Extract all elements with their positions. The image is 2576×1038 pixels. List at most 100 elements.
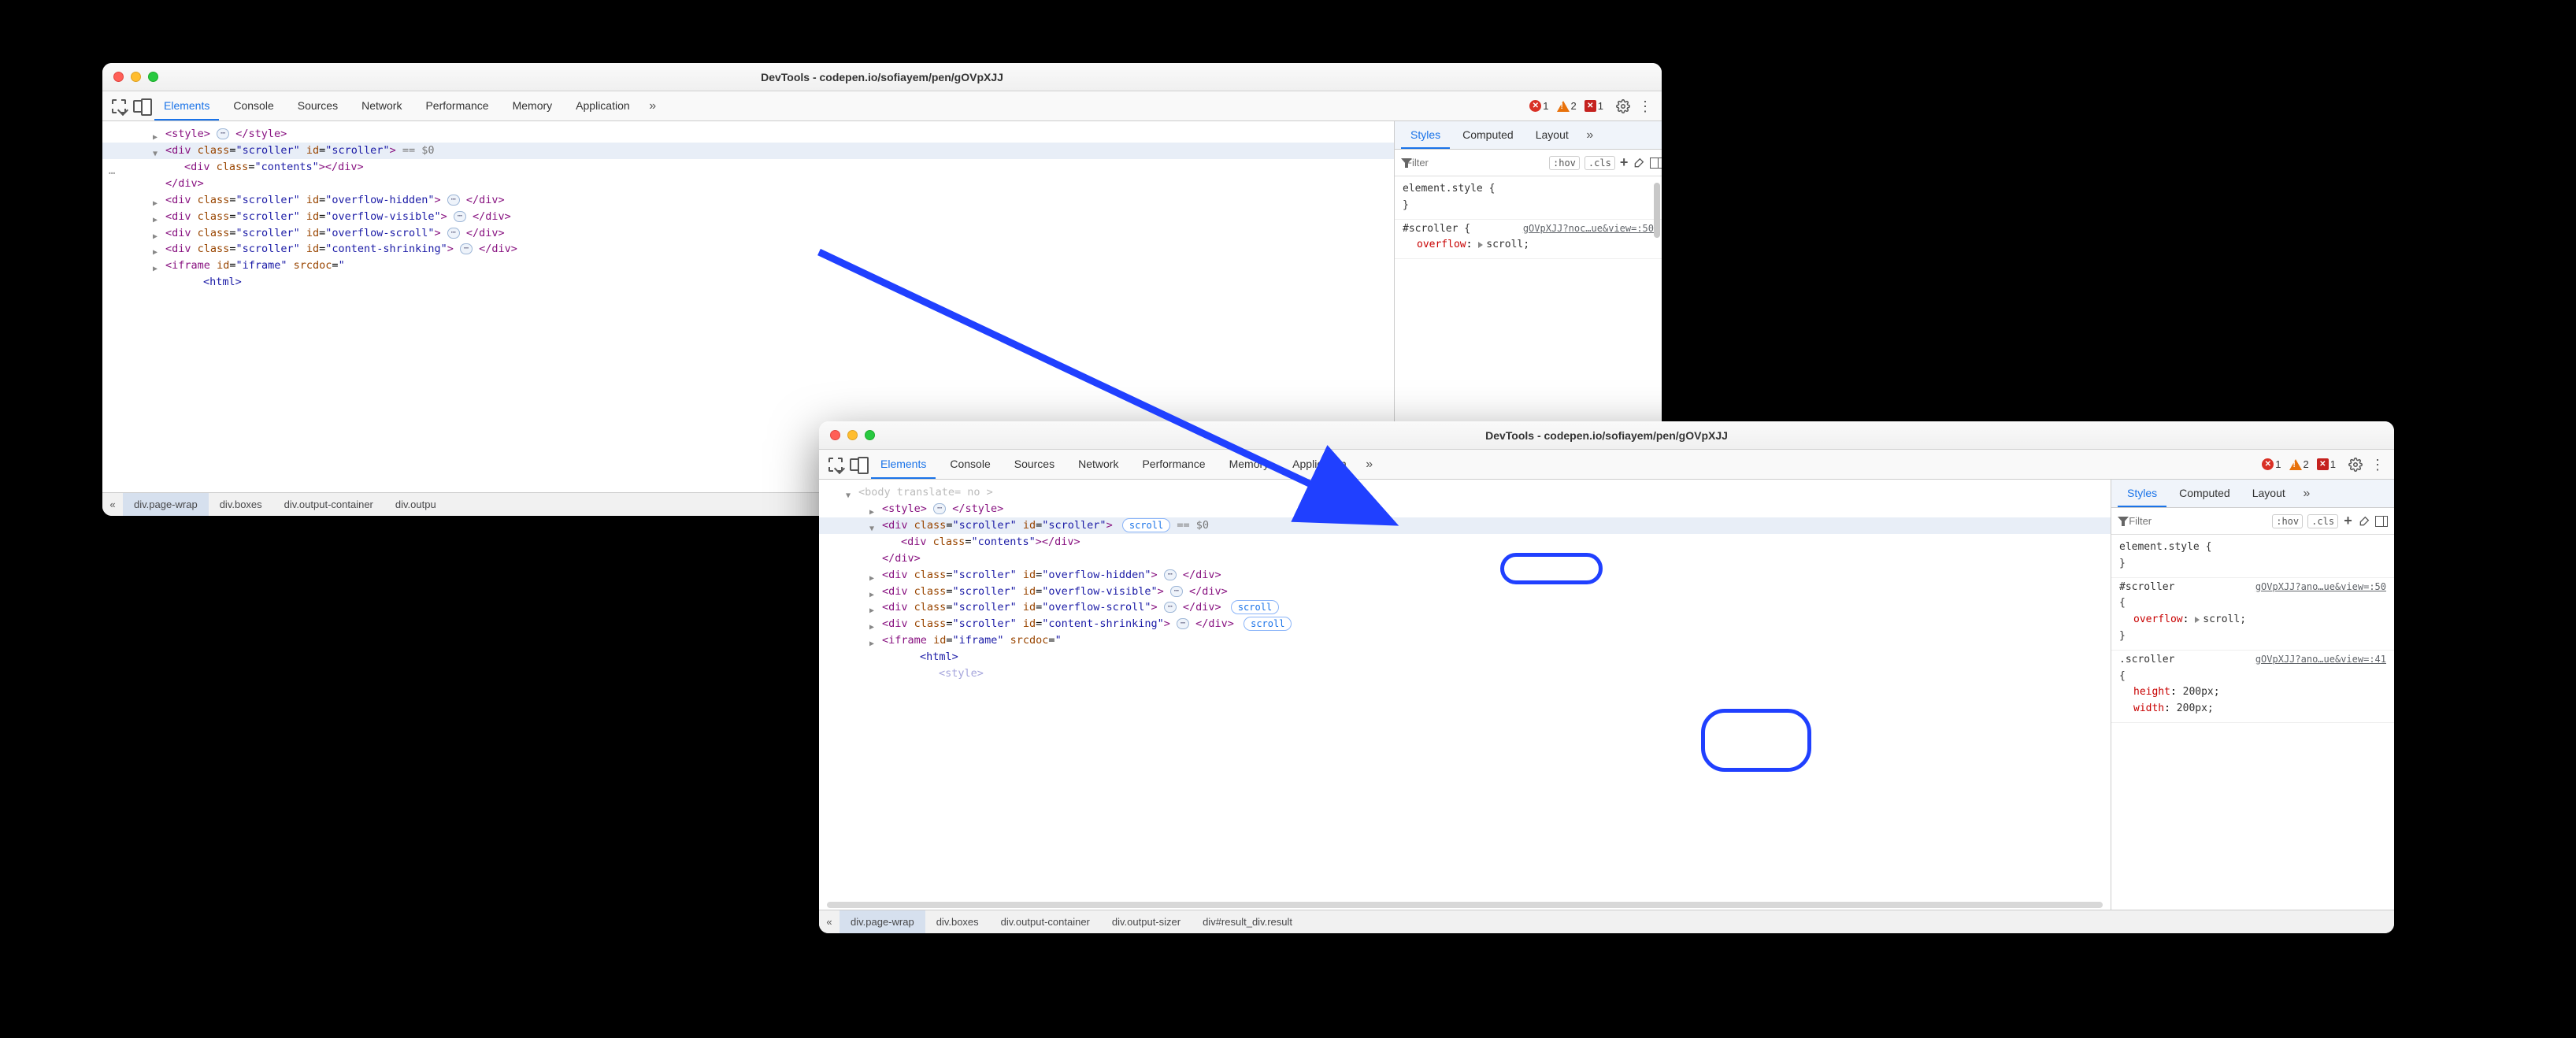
- more-side-tabs-icon[interactable]: [1581, 127, 1599, 144]
- styles-filter-input[interactable]: [2129, 515, 2267, 527]
- device-toggle-icon[interactable]: [849, 456, 866, 473]
- css-source-link[interactable]: gOVpXJJ?ano…ue&view=:41: [2255, 652, 2386, 667]
- dom-node-end-div[interactable]: </div>: [819, 551, 2111, 567]
- css-rule-class-scroller[interactable]: gOVpXJJ?ano…ue&view=:41 .scroller { heig…: [2111, 651, 2394, 723]
- expand-dots-icon[interactable]: ⋯: [1164, 569, 1177, 580]
- dom-node-overflow-hidden[interactable]: <div class="scroller" id="overflow-hidde…: [819, 567, 2111, 584]
- breadcrumb-item[interactable]: div.boxes: [209, 493, 273, 516]
- dom-tree-panel[interactable]: <body translate= no > <style> ⋯ </style>…: [819, 480, 2111, 910]
- breadcrumb-item[interactable]: div.output-container: [990, 910, 1101, 933]
- expand-dots-icon[interactable]: ⋯: [460, 243, 473, 254]
- breadcrumb-left-icon[interactable]: «: [102, 499, 123, 510]
- dom-node-content-shrinking[interactable]: <div class="scroller" id="content-shrink…: [102, 241, 1394, 258]
- tab-console[interactable]: Console: [224, 91, 283, 120]
- cls-toggle[interactable]: .cls: [1585, 156, 1615, 170]
- expand-dots-icon[interactable]: ⋯: [933, 503, 946, 514]
- css-rule-scroller[interactable]: gOVpXJJ?noc…ue&view=:50 #scroller { over…: [1395, 220, 1662, 260]
- dom-node-content-shrinking[interactable]: <div class="scroller" id="content-shrink…: [819, 616, 2111, 632]
- css-source-link[interactable]: gOVpXJJ?ano…ue&view=:50: [2255, 580, 2386, 595]
- tab-performance[interactable]: Performance: [1132, 450, 1214, 479]
- zoom-window-button[interactable]: [865, 430, 875, 440]
- expand-dots-icon[interactable]: ⋯: [1170, 586, 1183, 597]
- tab-network[interactable]: Network: [1069, 450, 1128, 479]
- kebab-menu-icon[interactable]: ⋮: [1636, 98, 1654, 115]
- dom-node-contents[interactable]: <div class="contents"></div>: [102, 159, 1394, 176]
- breadcrumb-item[interactable]: div.page-wrap: [840, 910, 925, 933]
- css-rules-list[interactable]: element.style { } gOVpXJJ?ano…ue&view=:5…: [2111, 535, 2394, 910]
- tab-console[interactable]: Console: [940, 450, 999, 479]
- expand-shorthand-icon[interactable]: [1478, 242, 1483, 248]
- close-window-button[interactable]: [113, 72, 124, 82]
- errors-badge[interactable]: ✕1: [1529, 100, 1548, 112]
- kebab-menu-icon[interactable]: ⋮: [2369, 456, 2386, 473]
- warnings-badge[interactable]: 2: [1557, 100, 1577, 112]
- side-tab-styles[interactable]: Styles: [1401, 121, 1450, 149]
- tab-elements[interactable]: Elements: [154, 91, 219, 120]
- new-style-rule-icon[interactable]: [2343, 513, 2353, 530]
- scroll-badge[interactable]: scroll: [1244, 617, 1292, 631]
- side-tab-styles[interactable]: Styles: [2118, 480, 2166, 507]
- breadcrumb-item[interactable]: div.output-sizer: [1101, 910, 1192, 933]
- scrollbar-vertical[interactable]: [1654, 183, 1660, 238]
- dom-node-scroller-selected[interactable]: <div class="scroller" id="scroller"> scr…: [819, 517, 2111, 534]
- tab-network[interactable]: Network: [352, 91, 411, 120]
- cls-toggle[interactable]: .cls: [2307, 514, 2338, 528]
- breadcrumb-item[interactable]: div.output-container: [273, 493, 384, 516]
- issues-badge[interactable]: ✕1: [1585, 100, 1603, 112]
- errors-badge[interactable]: ✕1: [2262, 458, 2281, 470]
- expand-dots-icon[interactable]: ⋯: [1177, 618, 1189, 629]
- side-tab-computed[interactable]: Computed: [1453, 121, 1523, 149]
- breadcrumb-left-icon[interactable]: «: [819, 916, 840, 928]
- toggle-side-panel-icon[interactable]: [1650, 154, 1662, 172]
- dom-node-iframe[interactable]: <iframe id="iframe" srcdoc=": [819, 632, 2111, 649]
- inspect-icon[interactable]: [827, 456, 844, 473]
- zoom-window-button[interactable]: [148, 72, 158, 82]
- minimize-window-button[interactable]: [131, 72, 141, 82]
- scroll-badge[interactable]: scroll: [1122, 518, 1170, 532]
- dom-node-overflow-scroll[interactable]: <div class="scroller" id="overflow-scrol…: [819, 599, 2111, 616]
- more-tabs-icon[interactable]: [644, 98, 662, 115]
- styles-filter-input[interactable]: [1406, 157, 1544, 169]
- css-element-style[interactable]: element.style { }: [2111, 538, 2394, 578]
- hov-toggle[interactable]: :hov: [1549, 156, 1580, 170]
- tab-elements[interactable]: Elements: [871, 450, 936, 479]
- css-source-link[interactable]: gOVpXJJ?noc…ue&view=:50: [1523, 221, 1654, 236]
- inspect-icon[interactable]: [110, 98, 128, 115]
- dom-node-overflow-visible[interactable]: <div class="scroller" id="overflow-visib…: [819, 584, 2111, 600]
- breadcrumb-item[interactable]: div.page-wrap: [123, 493, 209, 516]
- tab-memory[interactable]: Memory: [1220, 450, 1279, 479]
- dom-node-contents[interactable]: <div class="contents"></div>: [819, 534, 2111, 551]
- expand-dots-icon[interactable]: ⋯: [1164, 602, 1177, 613]
- gear-icon[interactable]: [2347, 456, 2364, 473]
- more-tabs-icon[interactable]: [1361, 456, 1378, 473]
- dom-node-body-partial[interactable]: <body translate= no >: [819, 484, 2111, 501]
- tab-sources[interactable]: Sources: [1005, 450, 1064, 479]
- dom-node-overflow-visible[interactable]: <div class="scroller" id="overflow-visib…: [102, 209, 1394, 225]
- scrollbar-horizontal[interactable]: [827, 902, 2103, 908]
- css-rule-id-scroller[interactable]: gOVpXJJ?ano…ue&view=:50 #scroller { over…: [2111, 578, 2394, 651]
- dom-node-style[interactable]: <style> ⋯ </style>: [819, 501, 2111, 517]
- side-tab-layout[interactable]: Layout: [2243, 480, 2295, 507]
- more-side-tabs-icon[interactable]: [2298, 485, 2315, 502]
- expand-shorthand-icon[interactable]: [2195, 617, 2200, 623]
- css-element-style[interactable]: element.style { }: [1395, 180, 1662, 220]
- issues-badge[interactable]: ✕1: [2317, 458, 2336, 470]
- expand-dots-icon[interactable]: ⋯: [217, 128, 229, 139]
- side-tab-computed[interactable]: Computed: [2170, 480, 2240, 507]
- warnings-badge[interactable]: 2: [2289, 458, 2309, 470]
- breadcrumb-item[interactable]: div.boxes: [925, 910, 990, 933]
- gear-icon[interactable]: [1614, 98, 1632, 115]
- expand-dots-icon[interactable]: ⋯: [454, 211, 466, 222]
- expand-dots-icon[interactable]: ⋯: [447, 195, 460, 206]
- minimize-window-button[interactable]: [847, 430, 858, 440]
- tab-memory[interactable]: Memory: [503, 91, 562, 120]
- device-toggle-icon[interactable]: [132, 98, 150, 115]
- scroll-badge[interactable]: scroll: [1231, 600, 1279, 614]
- dom-node-style[interactable]: <style> ⋯ </style>: [102, 126, 1394, 143]
- dom-node-overflow-scroll[interactable]: <div class="scroller" id="overflow-scrol…: [102, 225, 1394, 242]
- expand-dots-icon[interactable]: ⋯: [447, 228, 460, 239]
- brush-icon[interactable]: [1633, 154, 1645, 172]
- breadcrumb-item[interactable]: div#result_div.result: [1192, 910, 1303, 933]
- breadcrumb-item[interactable]: div.outpu: [384, 493, 447, 516]
- tab-application[interactable]: Application: [566, 91, 639, 120]
